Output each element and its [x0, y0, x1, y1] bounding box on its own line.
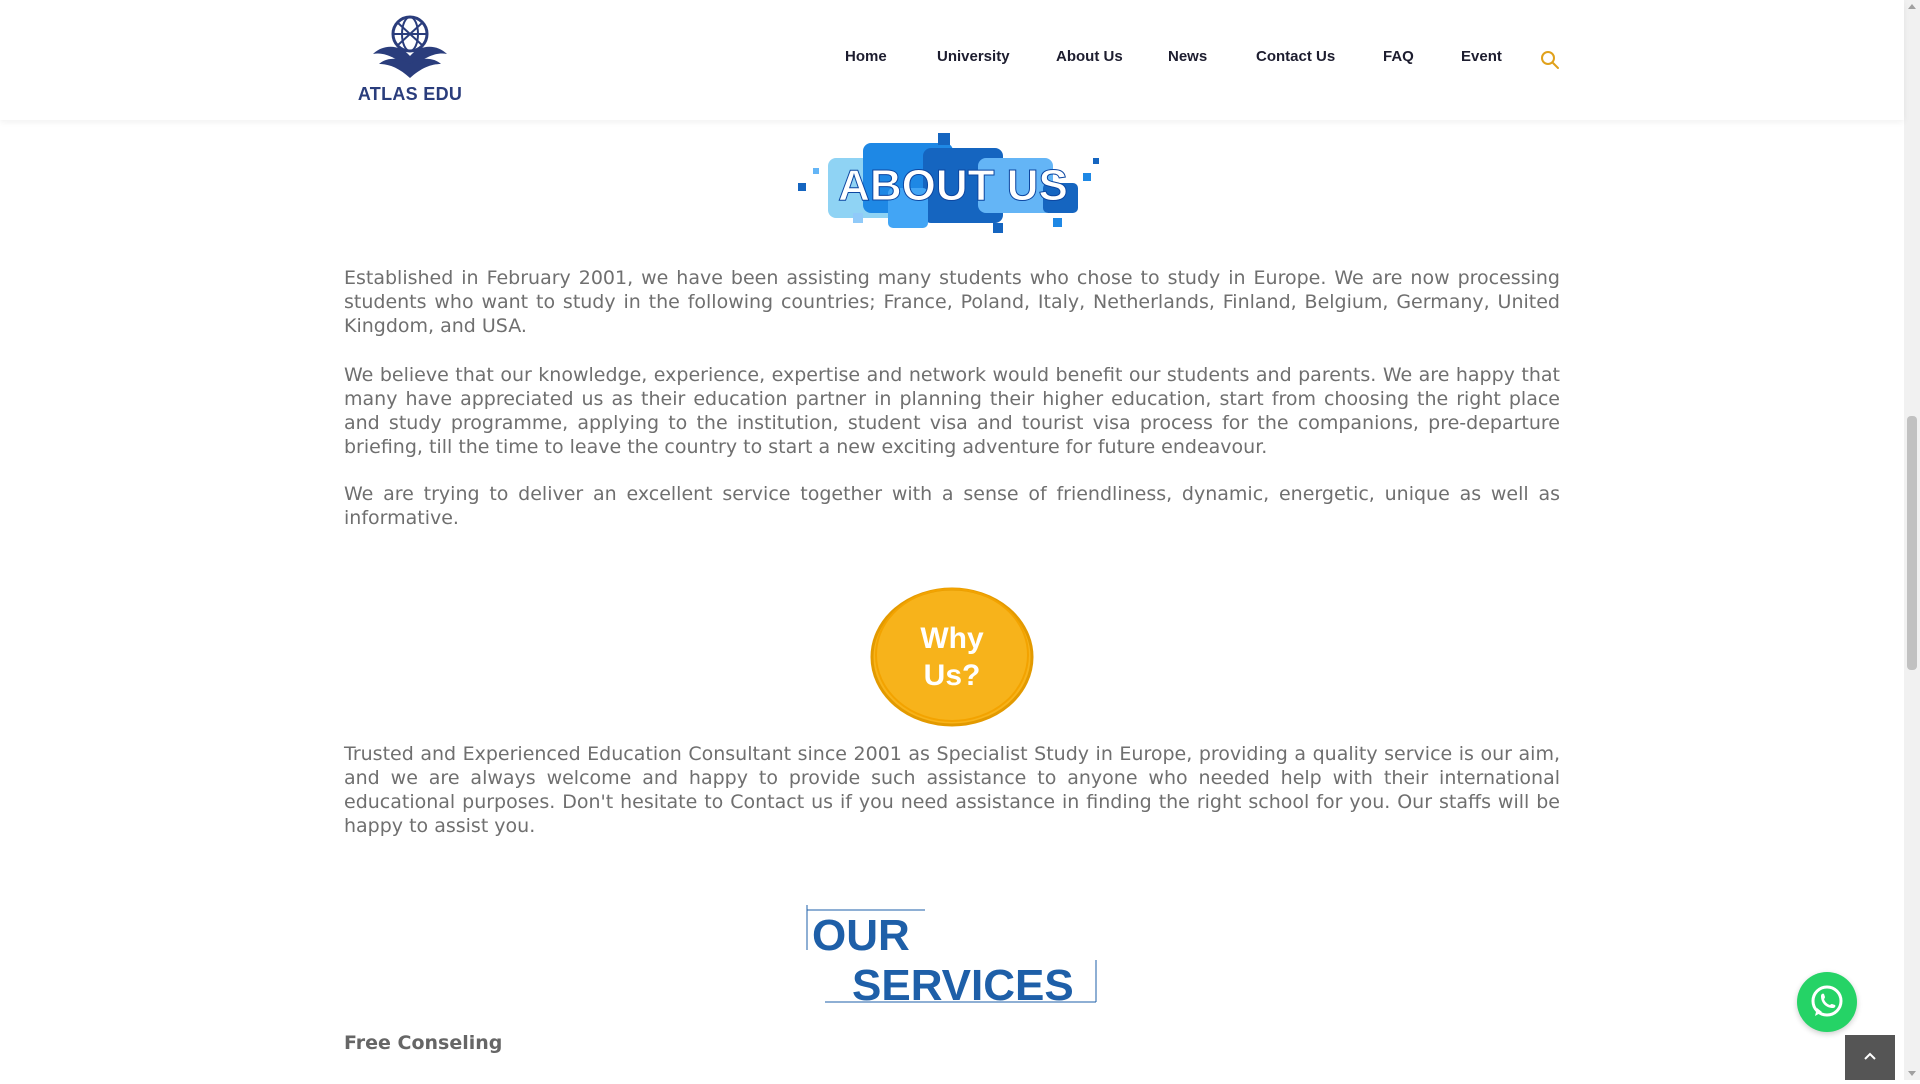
about-paragraph-1: Established in February 2001, we have be… [344, 267, 1560, 337]
scroll-up-arrow-icon[interactable] [1908, 4, 1916, 9]
our-services-banner: OUR SERVICES [806, 905, 1097, 1010]
services-graphic-line1: OUR [812, 911, 910, 960]
nav-university[interactable]: University [937, 48, 1010, 65]
why-graphic-line1: Why [920, 622, 984, 655]
scroll-down-arrow-icon[interactable] [1908, 1071, 1916, 1076]
why-us-paragraph: Trusted and Experienced Education Consul… [344, 743, 1560, 837]
scroll-thumb[interactable] [1907, 416, 1917, 670]
page-scrollbar[interactable] [1904, 0, 1920, 1080]
about-paragraph-2: We believe that our knowledge, experienc… [344, 364, 1560, 458]
site-logo[interactable]: ATLAS EDU [355, 14, 465, 106]
why-graphic-line2: Us? [924, 659, 981, 692]
about-us-banner: ABOUT US [798, 133, 1099, 233]
search-icon[interactable] [1540, 50, 1560, 70]
logo-emblem-icon [373, 15, 447, 78]
nav-news[interactable]: News [1168, 48, 1207, 65]
nav-home[interactable]: Home [845, 48, 887, 65]
nav-faq[interactable]: FAQ [1383, 48, 1414, 65]
chevron-up-icon [1864, 1052, 1876, 1060]
about-paragraph-3: We are trying to deliver an excellent se… [344, 483, 1560, 529]
service-heading-free-conseling: Free Conseling [344, 1032, 503, 1054]
nav-contact-us[interactable]: Contact Us [1256, 48, 1335, 65]
whatsapp-icon [1811, 985, 1843, 1017]
back-to-top-button[interactable] [1845, 1035, 1895, 1080]
nav-about-us[interactable]: About Us [1056, 48, 1123, 65]
site-header: ATLAS EDU Home University About Us News … [0, 0, 1904, 120]
whatsapp-button[interactable] [1797, 972, 1857, 1032]
services-graphic-line2: SERVICES [852, 961, 1074, 1010]
about-us-graphic-text: ABOUT US [838, 161, 1068, 210]
why-us-badge: Why Us? [870, 587, 1034, 727]
nav-event[interactable]: Event [1461, 48, 1502, 65]
logo-text: ATLAS EDU [357, 84, 463, 104]
